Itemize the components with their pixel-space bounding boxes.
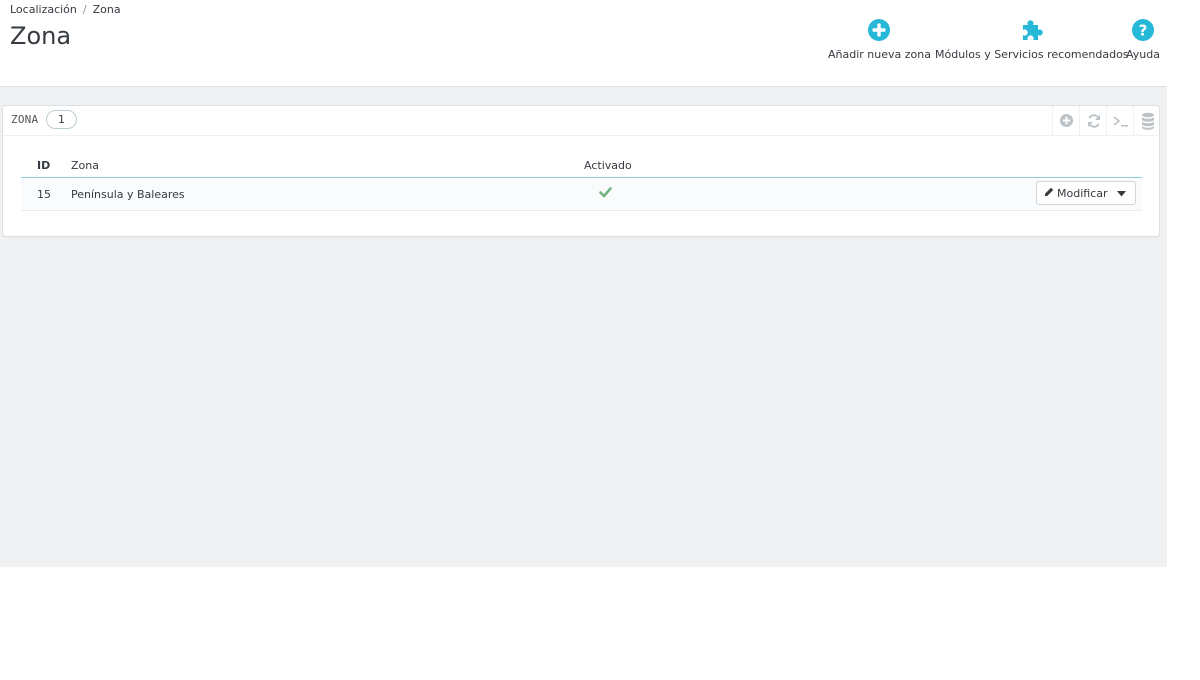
panel-refresh-button[interactable]	[1079, 106, 1107, 135]
help-button[interactable]: ? Ayuda	[1126, 18, 1160, 61]
breadcrumb-current: Zona	[92, 3, 121, 16]
count-badge: 1	[46, 110, 77, 129]
recommended-modules-button[interactable]: Módulos y Servicios recomendados	[935, 18, 1129, 61]
recommended-modules-label: Módulos y Servicios recomendados	[935, 48, 1129, 61]
zones-table: ID Zona Activado 15 Península y Baleares	[21, 153, 1142, 211]
caret-down-icon	[1116, 187, 1126, 200]
puzzle-icon	[1020, 18, 1044, 42]
panel-export-button[interactable]	[1133, 106, 1161, 135]
table-row[interactable]: 15 Península y Baleares Modificar	[21, 177, 1142, 211]
modify-button[interactable]: Modificar	[1037, 182, 1108, 204]
cell-actions: Modificar	[784, 177, 1142, 211]
add-icon	[1059, 113, 1074, 128]
app-background: Localización / Zona Zona Añadir nueva zona…	[0, 0, 1167, 567]
header-actions	[784, 153, 1142, 178]
panel-add-button[interactable]	[1052, 106, 1080, 135]
cell-id[interactable]: 15	[21, 177, 71, 211]
table-header-row: ID Zona Activado	[21, 153, 1142, 178]
sql-terminal-icon	[1112, 114, 1130, 128]
panel-sql-button[interactable]	[1106, 106, 1134, 135]
breadcrumb-link-localization[interactable]: Localización	[10, 3, 77, 16]
header-zone[interactable]: Zona	[71, 153, 584, 178]
add-zone-button[interactable]: Añadir nueva zona	[828, 18, 931, 61]
plus-circle-icon	[867, 18, 891, 42]
cell-zone[interactable]: Península y Baleares	[71, 177, 584, 211]
panel-heading: ZONA 1	[3, 106, 1159, 136]
cell-active[interactable]	[584, 177, 784, 211]
add-zone-label: Añadir nueva zona	[828, 48, 931, 61]
row-action-group: Modificar	[1036, 181, 1136, 205]
check-icon[interactable]	[599, 187, 612, 201]
database-icon	[1141, 112, 1155, 130]
header-id[interactable]: ID	[21, 153, 71, 178]
zone-list-panel: ZONA 1 ID Zona Activado 15 Península y B…	[2, 105, 1160, 237]
page-header: Localización / Zona Zona Añadir nueva zona…	[0, 0, 1167, 87]
modify-label: Modificar	[1057, 186, 1108, 200]
panel-title: ZONA	[11, 113, 39, 126]
question-circle-icon: ?	[1131, 18, 1155, 42]
breadcrumb-separator: /	[82, 3, 87, 16]
more-actions-toggle[interactable]	[1108, 182, 1136, 204]
pencil-icon	[1044, 187, 1054, 200]
svg-text:?: ?	[1139, 22, 1148, 40]
breadcrumb: Localización / Zona	[10, 3, 121, 16]
refresh-icon	[1086, 113, 1102, 129]
help-label: Ayuda	[1126, 48, 1160, 61]
page-title: Zona	[10, 22, 72, 50]
header-active[interactable]: Activado	[584, 153, 784, 178]
